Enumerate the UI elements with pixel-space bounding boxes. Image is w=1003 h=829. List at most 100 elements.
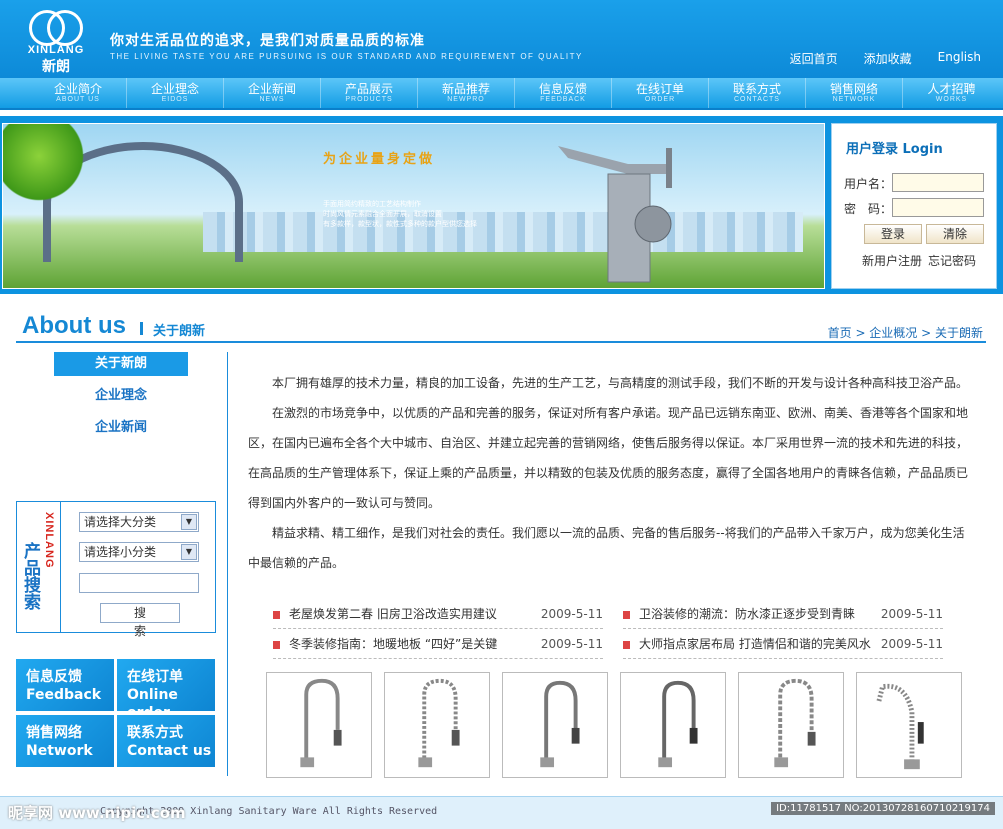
bullet-icon (623, 611, 630, 619)
nav-sub: NEWS (259, 96, 285, 103)
login-title: 用户登录 Login (846, 142, 943, 157)
nav-label: 信息反馈 (538, 82, 587, 96)
search-side-en: XINLANG (43, 512, 55, 569)
news-date: 2009-5-11 (880, 607, 943, 621)
subcategory-select-value: 请选择小分类 (84, 545, 157, 559)
bullet-icon (273, 611, 280, 619)
faucet-icon (658, 680, 698, 768)
breadcrumb[interactable]: 首页 > 企业概况 > 关于朗新 (828, 324, 983, 341)
clear-button[interactable]: 清除 (926, 224, 984, 244)
faucet-icon (300, 678, 342, 768)
paragraph: 在激烈的市场竞争中，以优质的产品和完善的服务，保证对所有客户承诺。现产品已远销东… (248, 406, 969, 510)
username-input[interactable] (892, 173, 984, 192)
nav-network[interactable]: 销售网络 NETWORK (806, 78, 903, 108)
keyword-input[interactable] (79, 573, 199, 593)
news-item[interactable]: 老屋焕发第二春 旧房卫浴改造实用建议 2009-5-11 (273, 601, 603, 629)
image-id-tag: ID:11781517 NO:20130728160710219174 (771, 802, 995, 815)
nav-label: 企业理念 (150, 82, 199, 96)
faucet-icon (540, 680, 580, 768)
top-links: 返回首页 添加收藏 English (790, 50, 981, 67)
subcategory-select[interactable]: 请选择小分类 ▼ (79, 542, 199, 562)
nav-sub: ABOUT US (56, 96, 100, 103)
header: XINLANG 新朗 你对生活品位的追求，是我们对质量品质的标准 THE LIV… (0, 0, 1003, 78)
product-thumbnail[interactable] (502, 672, 608, 778)
nav-feedback[interactable]: 信息反馈 FEEDBACK (515, 78, 612, 108)
product-thumbnail[interactable] (738, 672, 844, 778)
banner-line: 有多款样，款型状，款性式多种的款户型供您选择 (323, 220, 477, 228)
search-button[interactable]: 搜 索 (100, 603, 180, 638)
left-menu-eidos[interactable]: 企业理念 (54, 384, 188, 408)
faucet-icon (774, 678, 816, 768)
news-title: 卫浴装修的潮流：防水漆正逐步受到青睐 (639, 607, 856, 621)
login-links: 新用户注册 忘记密码 (862, 252, 976, 269)
password-label: 密 码： (844, 202, 893, 216)
nav-newpro[interactable]: 新品推荐 NEWPRO (418, 78, 515, 108)
news-date: 2009-5-11 (540, 637, 603, 651)
watermark: 昵享网 www.nipic.com (8, 804, 186, 822)
feedback-button[interactable]: 信息反馈 Feedback (16, 659, 114, 711)
product-thumbnail[interactable] (384, 672, 490, 778)
nav-label: 联系方式 (732, 82, 781, 96)
nav-about[interactable]: 企业简介 ABOUT US (30, 78, 127, 108)
home-link[interactable]: 返回首页 (790, 50, 838, 67)
nav-products[interactable]: 产品展示 PRODUCTS (321, 78, 418, 108)
password-input[interactable] (892, 198, 984, 217)
news-date: 2009-5-11 (880, 637, 943, 651)
login-button[interactable]: 登录 (864, 224, 922, 244)
category-select[interactable]: 请选择大分类 ▼ (79, 512, 199, 532)
nav-eidos[interactable]: 企业理念 EIDOS (127, 78, 224, 108)
nav-sub: NEWPRO (447, 96, 485, 103)
paragraph: 本厂拥有雄厚的技术力量，精良的加工设备，先进的生产工艺，与高精度的测试手段，我们… (272, 376, 969, 390)
nav-works[interactable]: 人才招聘 WORKS (903, 78, 1000, 108)
tree-leaves (3, 124, 93, 204)
quick-label-en: Network (26, 743, 93, 759)
logo[interactable]: XINLANG 新朗 (18, 8, 94, 76)
product-thumbnail[interactable] (856, 672, 962, 778)
forgot-password-link[interactable]: 忘记密码 (928, 252, 976, 269)
banner-image: 为企业量身定做 手面用简约精致的工艺结构制作 时尚风情元素融合全面开展，取消设置… (2, 123, 825, 289)
product-thumbnail[interactable] (266, 672, 372, 778)
paragraph: 精益求精、精工细作，是我们对社会的责任。我们愿以一流的品质、完备的售后服务--将… (248, 526, 965, 570)
category-select-value: 请选择大分类 (84, 515, 157, 529)
nav-order[interactable]: 在线订单 ORDER (612, 78, 709, 108)
news-item[interactable]: 冬季装修指南：地暖地板 “四好”是关键 2009-5-11 (273, 631, 603, 659)
chevron-down-icon: ▼ (181, 514, 197, 530)
chevron-down-icon: ▼ (181, 544, 197, 560)
news-item[interactable]: 卫浴装修的潮流：防水漆正逐步受到青睐 2009-5-11 (623, 601, 943, 629)
column-divider (227, 352, 228, 776)
left-menu-news[interactable]: 企业新闻 (54, 416, 188, 440)
search-side-cn: 产品搜索 (20, 542, 40, 610)
banner-row: 为企业量身定做 手面用简约精致的工艺结构制作 时尚风情元素融合全面开展，取消设置… (0, 116, 1003, 294)
bullet-icon (623, 641, 630, 649)
news-date: 2009-5-11 (540, 607, 603, 621)
news-title: 老屋焕发第二春 旧房卫浴改造实用建议 (289, 607, 497, 621)
nav-sub: EIDOS (161, 96, 189, 103)
contact-button[interactable]: 联系方式 Contact us (117, 715, 215, 767)
product-thumbnail[interactable] (620, 672, 726, 778)
nav-contacts[interactable]: 联系方式 CONTACTS (709, 78, 806, 108)
faucet-icon (876, 683, 924, 770)
register-link[interactable]: 新用户注册 (862, 252, 922, 269)
nav-sub: ORDER (644, 96, 676, 103)
network-button[interactable]: 销售网络 Network (16, 715, 114, 767)
username-label: 用户名： (844, 177, 893, 191)
section-rule (16, 341, 986, 343)
nav-sub: PRODUCTS (345, 96, 393, 103)
online-order-button[interactable]: 在线订单 Online order (117, 659, 215, 721)
nav-label: 企业简介 (53, 82, 102, 96)
english-link[interactable]: English (938, 50, 981, 67)
news-item[interactable]: 大师指点家居布局 打造情侣和谐的完美风水 2009-5-11 (623, 631, 943, 659)
quick-label-cn: 联系方式 (127, 725, 183, 741)
banner-line: 手面用简约精致的工艺结构制作 (323, 200, 421, 208)
left-menu-about[interactable]: 关于新朗 (54, 352, 188, 376)
nav-label: 在线订单 (635, 82, 684, 96)
nav-sub: WORKS (935, 96, 968, 103)
nav-news[interactable]: 企业新闻 NEWS (224, 78, 321, 108)
quick-label-en: Feedback (26, 687, 102, 703)
nav-label: 新品推荐 (441, 82, 490, 96)
favorite-link[interactable]: 添加收藏 (864, 50, 912, 67)
nav-sub: CONTACTS (734, 96, 780, 103)
news-title: 冬季装修指南：地暖地板 “四好”是关键 (289, 637, 498, 651)
logo-icon (29, 8, 83, 46)
faucet-image (558, 146, 672, 283)
